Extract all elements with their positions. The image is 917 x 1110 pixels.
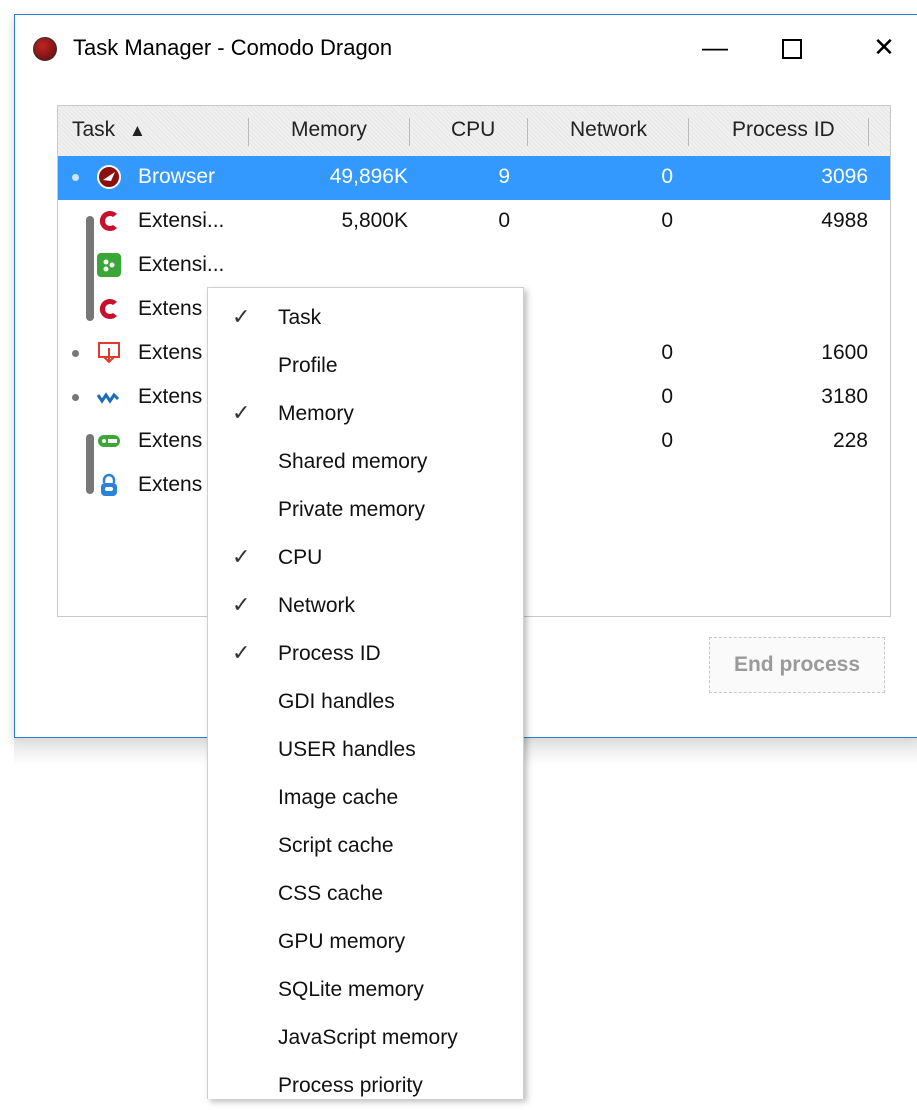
menu-item-label: CSS cache: [278, 882, 384, 905]
menu-item-image-cache[interactable]: Image cache: [208, 774, 523, 822]
process-id-value: 3180: [821, 385, 868, 408]
maximize-button[interactable]: [767, 27, 817, 67]
menu-item-css-cache[interactable]: CSS cache: [208, 870, 523, 918]
task-name: Extensi...: [138, 253, 225, 276]
menu-item-label: JavaScript memory: [278, 1026, 458, 1049]
column-header-cpu[interactable]: CPU: [451, 118, 495, 142]
memory-value: 5,800K: [341, 209, 408, 232]
row-bullet: [72, 350, 79, 357]
checkmark-icon: ✓: [232, 544, 251, 569]
task-name: Extens: [138, 341, 203, 364]
memory-value: 49,896K: [329, 165, 408, 188]
menu-item-label: Process ID: [278, 642, 381, 665]
comodo-c-icon: [99, 211, 117, 231]
lock-icon: [101, 473, 117, 496]
menu-item-process-priority[interactable]: Process priority: [208, 1062, 523, 1110]
menu-item-private-memory[interactable]: Private memory: [208, 486, 523, 534]
menu-item-label: CPU: [278, 546, 323, 569]
comodo-c-icon: [99, 299, 117, 319]
menu-item-network[interactable]: ✓ Network: [208, 582, 523, 630]
table-row[interactable]: Browser 49,896K 9 0 3096: [58, 156, 890, 200]
checkmark-icon: ✓: [232, 400, 251, 425]
comodo-dragon-icon: [33, 37, 57, 61]
process-id-value: 1600: [821, 341, 868, 364]
task-name: Extens: [138, 429, 203, 452]
menu-item-memory[interactable]: ✓ Memory: [208, 390, 523, 438]
task-name: Extens: [138, 297, 203, 320]
cpu-value: 0: [498, 209, 510, 232]
menu-item-label: GDI handles: [278, 690, 395, 713]
network-value: 0: [661, 209, 673, 232]
column-header-label: Task: [72, 118, 116, 141]
end-process-button[interactable]: End process: [709, 637, 885, 693]
menu-item-label: GPU memory: [278, 930, 406, 953]
menu-item-profile[interactable]: Profile: [208, 342, 523, 390]
title-bar[interactable]: Task Manager - Comodo Dragon — ✕: [15, 15, 917, 79]
wave-icon: [96, 392, 120, 404]
checkmark-icon: ✓: [232, 304, 251, 329]
column-context-menu: ✓ Task Profile ✓ Memory Shared memory Private …: [207, 287, 524, 1099]
column-divider[interactable]: [688, 118, 689, 146]
cpu-value: 9: [498, 165, 510, 188]
menu-item-label: SQLite memory: [278, 978, 424, 1001]
minimize-button[interactable]: —: [690, 27, 740, 67]
menu-item-javascript-memory[interactable]: JavaScript memory: [208, 1014, 523, 1062]
network-value: 0: [661, 341, 673, 364]
menu-item-gdi-handles[interactable]: GDI handles: [208, 678, 523, 726]
process-id-value: 3096: [821, 165, 868, 188]
checkmark-icon: ✓: [232, 640, 251, 665]
task-name: Browser: [138, 165, 216, 188]
comodo-dragon-icon: [97, 165, 121, 189]
menu-item-label: Network: [278, 594, 356, 617]
row-bullet: [72, 394, 79, 401]
network-value: 0: [661, 165, 673, 188]
menu-item-label: Process priority: [278, 1074, 423, 1097]
download-icon: [98, 342, 120, 364]
table-row[interactable]: Extensi...: [58, 244, 890, 288]
close-button[interactable]: ✕: [859, 27, 909, 67]
menu-item-script-cache[interactable]: Script cache: [208, 822, 523, 870]
process-id-value: 228: [832, 429, 868, 452]
task-name: Extensi...: [138, 209, 225, 232]
task-name: Extens: [138, 385, 203, 408]
menu-item-label: Script cache: [278, 834, 394, 857]
column-header-process-id[interactable]: Process ID: [732, 118, 835, 142]
menu-item-label: USER handles: [278, 738, 416, 761]
menu-item-process-id[interactable]: ✓ Process ID: [208, 630, 523, 678]
window-title: Task Manager - Comodo Dragon: [73, 35, 393, 60]
menu-item-sqlite-memory[interactable]: SQLite memory: [208, 966, 523, 1014]
menu-item-label: Image cache: [278, 786, 399, 809]
network-value: 0: [661, 429, 673, 452]
sort-ascending-icon: ▲: [129, 121, 146, 140]
process-id-value: 4988: [821, 209, 868, 232]
menu-item-label: Profile: [278, 354, 338, 377]
network-value: 0: [661, 385, 673, 408]
menu-item-gpu-memory[interactable]: GPU memory: [208, 918, 523, 966]
menu-item-task[interactable]: ✓ Task: [208, 294, 523, 342]
column-divider[interactable]: [409, 118, 410, 146]
column-header-network[interactable]: Network: [570, 118, 647, 142]
menu-item-label: Task: [278, 306, 322, 329]
table-header: Task ▲ Memory CPU Network Process ID: [58, 106, 890, 156]
menu-item-label: Shared memory: [278, 450, 428, 473]
column-header-memory[interactable]: Memory: [291, 118, 367, 142]
ps-icon: [98, 435, 120, 447]
maximize-icon: [782, 39, 802, 60]
task-name: Extens: [138, 473, 203, 496]
menu-item-label: Memory: [278, 402, 354, 425]
menu-item-shared-memory[interactable]: Shared memory: [208, 438, 523, 486]
checkmark-icon: ✓: [232, 592, 251, 617]
column-header-task[interactable]: Task ▲: [72, 118, 146, 142]
column-divider[interactable]: [868, 118, 869, 146]
table-row[interactable]: Extensi... 5,800K 0 0 4988: [58, 200, 890, 244]
column-divider[interactable]: [248, 118, 249, 146]
row-bullet: [72, 174, 79, 181]
menu-item-label: Private memory: [278, 498, 426, 521]
column-divider[interactable]: [527, 118, 528, 146]
menu-item-user-handles[interactable]: USER handles: [208, 726, 523, 774]
menu-item-cpu[interactable]: ✓ CPU: [208, 534, 523, 582]
green-puzzle-icon: [97, 253, 121, 277]
